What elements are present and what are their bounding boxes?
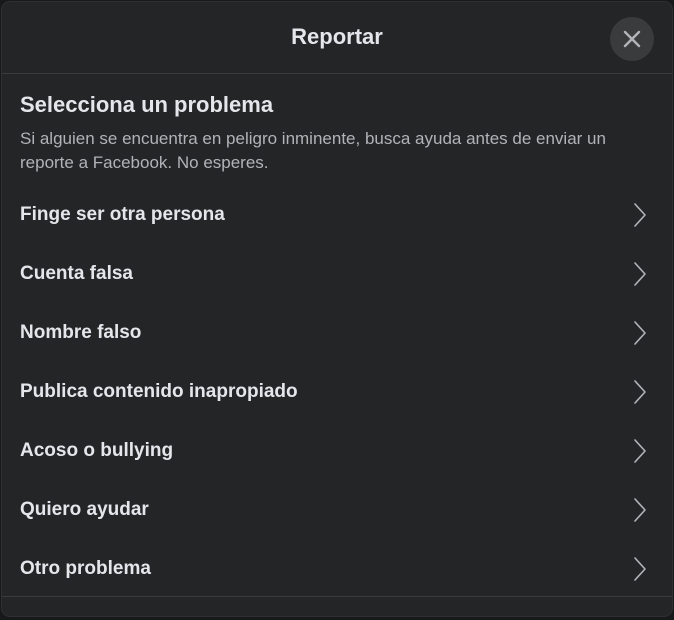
dialog-content: Selecciona un problema Si alguien se enc… xyxy=(2,74,672,598)
chevron-right-icon xyxy=(630,201,650,229)
option-label: Acoso o bullying xyxy=(20,439,174,461)
chevron-right-icon xyxy=(630,555,650,583)
option-fake-account[interactable]: Cuenta falsa xyxy=(20,244,654,303)
dialog-title: Reportar xyxy=(291,23,383,49)
option-label: Cuenta falsa xyxy=(20,262,133,284)
section-description: Si alguien se encuentra en peligro inmin… xyxy=(20,129,606,172)
option-want-help[interactable]: Quiero ayudar xyxy=(20,480,654,539)
chevron-right-icon xyxy=(630,437,650,465)
footer-divider xyxy=(2,596,672,597)
option-harassment[interactable]: Acoso o bullying xyxy=(20,421,654,480)
option-label: Finge ser otra persona xyxy=(20,203,225,225)
section-heading: Selecciona un problema xyxy=(20,92,274,117)
problem-options-list: Finge ser otra persona Cuenta falsa Nomb… xyxy=(20,185,654,598)
close-icon xyxy=(623,30,641,48)
close-button[interactable] xyxy=(610,17,654,61)
option-impersonation[interactable]: Finge ser otra persona xyxy=(20,185,654,244)
dialog-header: Reportar xyxy=(2,2,672,74)
report-dialog: Reportar Selecciona un problema Si algui… xyxy=(2,2,672,616)
option-label: Publica contenido inapropiado xyxy=(20,380,298,402)
option-label: Nombre falso xyxy=(20,321,142,343)
option-label: Quiero ayudar xyxy=(20,498,149,520)
option-inappropriate-content[interactable]: Publica contenido inapropiado xyxy=(20,362,654,421)
chevron-right-icon xyxy=(630,378,650,406)
option-fake-name[interactable]: Nombre falso xyxy=(20,303,654,362)
chevron-right-icon xyxy=(630,496,650,524)
chevron-right-icon xyxy=(630,260,650,288)
option-other-problem[interactable]: Otro problema xyxy=(20,539,654,598)
option-label: Otro problema xyxy=(20,557,151,579)
chevron-right-icon xyxy=(630,319,650,347)
